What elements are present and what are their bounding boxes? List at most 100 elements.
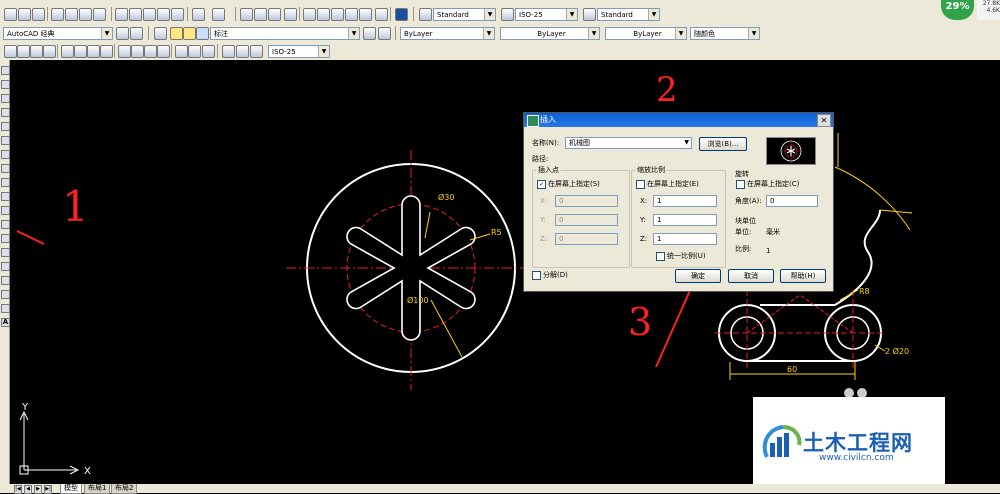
ok-button[interactable]: 确定 [675,269,721,283]
rectangle-icon[interactable] [1,122,10,131]
lock-icon[interactable] [196,27,209,40]
construction-line-icon[interactable] [1,80,10,89]
sheet-set-icon[interactable] [345,8,358,21]
insert-x-input[interactable]: 0 [555,195,618,207]
polyline-icon[interactable] [1,94,10,103]
quick-dim-icon[interactable] [118,45,131,58]
pan-icon[interactable] [240,8,253,21]
radius-dim-icon[interactable] [61,45,74,58]
calculator-icon[interactable] [375,8,388,21]
design-center-icon[interactable] [317,8,330,21]
print-icon[interactable] [51,8,64,21]
zoom-realtime-icon[interactable] [254,8,267,21]
baseline-dim-icon[interactable] [131,45,144,58]
ellipse-arc-icon[interactable] [1,206,10,215]
help-icon[interactable] [395,8,408,21]
dim-edit-icon[interactable] [222,45,235,58]
cut-icon[interactable] [115,8,128,21]
uniform-scale-checkbox[interactable] [656,252,665,261]
insert-y-input[interactable]: 0 [555,214,618,226]
aligned-dim-icon[interactable] [17,45,30,58]
workspace-select[interactable]: AutoCAD 经典 ▼ [3,27,113,40]
print-preview-icon[interactable] [65,8,78,21]
dim-text-edit-icon[interactable] [236,45,249,58]
dimension-style-select[interactable]: ISO-25 ▼ [515,8,578,21]
redo-icon[interactable] [212,8,225,21]
open-file-icon[interactable] [18,8,31,21]
continue-dim-icon[interactable] [144,45,157,58]
table-style-icon[interactable] [583,8,596,21]
line-icon[interactable] [1,66,10,75]
linear-dim-icon[interactable] [4,45,17,58]
ordinate-dim-icon[interactable] [43,45,56,58]
lineweight-select[interactable]: ByLayer ▼ [605,27,687,40]
circle-icon[interactable] [1,150,10,159]
scale-y-input[interactable]: 1 [653,214,717,226]
zoom-window-icon[interactable] [268,8,281,21]
layer-manager-icon[interactable] [154,27,167,40]
scale-x-input[interactable]: 1 [653,195,717,207]
paste-icon[interactable] [143,8,156,21]
make-block-icon[interactable] [1,234,10,243]
dim-style-control-select[interactable]: ISO-25 ▼ [268,45,330,58]
gear-icon[interactable] [130,27,143,40]
region-icon[interactable] [1,290,10,299]
properties-icon[interactable] [303,8,316,21]
layer-previous-icon[interactable] [378,27,391,40]
plot-style-select[interactable]: 随颜色 ▼ [690,27,760,40]
arc-length-icon[interactable] [30,45,43,58]
workspace-settings-icon[interactable] [116,27,129,40]
block-name-select[interactable]: 机械图 ▼ [565,137,692,149]
close-button[interactable]: ✕ [817,114,831,127]
layer-select[interactable]: 标注 ▼ [210,27,360,40]
inspection-icon[interactable] [202,45,215,58]
revision-cloud-icon[interactable] [1,164,10,173]
rotation-onscreen-checkbox[interactable] [736,180,745,189]
table-icon[interactable] [1,304,10,313]
markup-icon[interactable] [359,8,372,21]
color-select[interactable]: ByLayer ▼ [400,27,495,40]
explode-checkbox[interactable] [532,271,541,280]
text-style-icon[interactable] [419,8,432,21]
angle-input[interactable]: 0 [766,195,818,207]
dim-update-icon[interactable] [250,45,263,58]
copy-icon[interactable] [129,8,142,21]
quick-leader-icon[interactable] [157,45,170,58]
angular-dim-icon[interactable] [100,45,113,58]
point-icon[interactable] [1,248,10,257]
arc-icon[interactable] [1,136,10,145]
block-editor-icon[interactable] [171,8,184,21]
linetype-select[interactable]: ByLayer ▼ [500,27,600,40]
match-properties-icon[interactable] [157,8,170,21]
scale-z-input[interactable]: 1 [653,233,717,245]
jogged-dim-icon[interactable] [74,45,87,58]
text-style-select[interactable]: Standard ▼ [433,8,496,21]
insert-block-icon[interactable] [1,220,10,229]
tolerance-icon[interactable] [175,45,188,58]
insert-onscreen-checkbox[interactable]: ✓ [537,180,546,189]
dimension-style-icon[interactable] [501,8,514,21]
multiline-text-icon[interactable]: A [1,318,10,327]
sun-icon[interactable] [183,27,196,40]
cancel-button[interactable]: 取消 [728,269,774,283]
hatch-icon[interactable] [1,262,10,271]
lightbulb-icon[interactable] [170,27,183,40]
scale-onscreen-checkbox[interactable] [636,180,645,189]
gradient-icon[interactable] [1,276,10,285]
ellipse-icon[interactable] [1,192,10,201]
dialog-titlebar[interactable]: 插入 ✕ [524,113,833,127]
center-mark-icon[interactable] [188,45,201,58]
3d-dwf-icon[interactable] [93,8,106,21]
help-button[interactable]: 帮助(H) [780,269,826,283]
tool-palettes-icon[interactable] [331,8,344,21]
spline-icon[interactable] [1,178,10,187]
polygon-icon[interactable] [1,108,10,117]
undo-icon[interactable] [192,8,205,21]
new-file-icon[interactable] [4,8,17,21]
make-current-layer-icon[interactable] [363,27,376,40]
table-style-select[interactable]: Standard ▼ [597,8,660,21]
save-icon[interactable] [32,8,45,21]
zoom-previous-icon[interactable] [284,8,297,21]
diameter-dim-icon[interactable] [87,45,100,58]
insert-z-input[interactable]: 0 [555,233,618,245]
